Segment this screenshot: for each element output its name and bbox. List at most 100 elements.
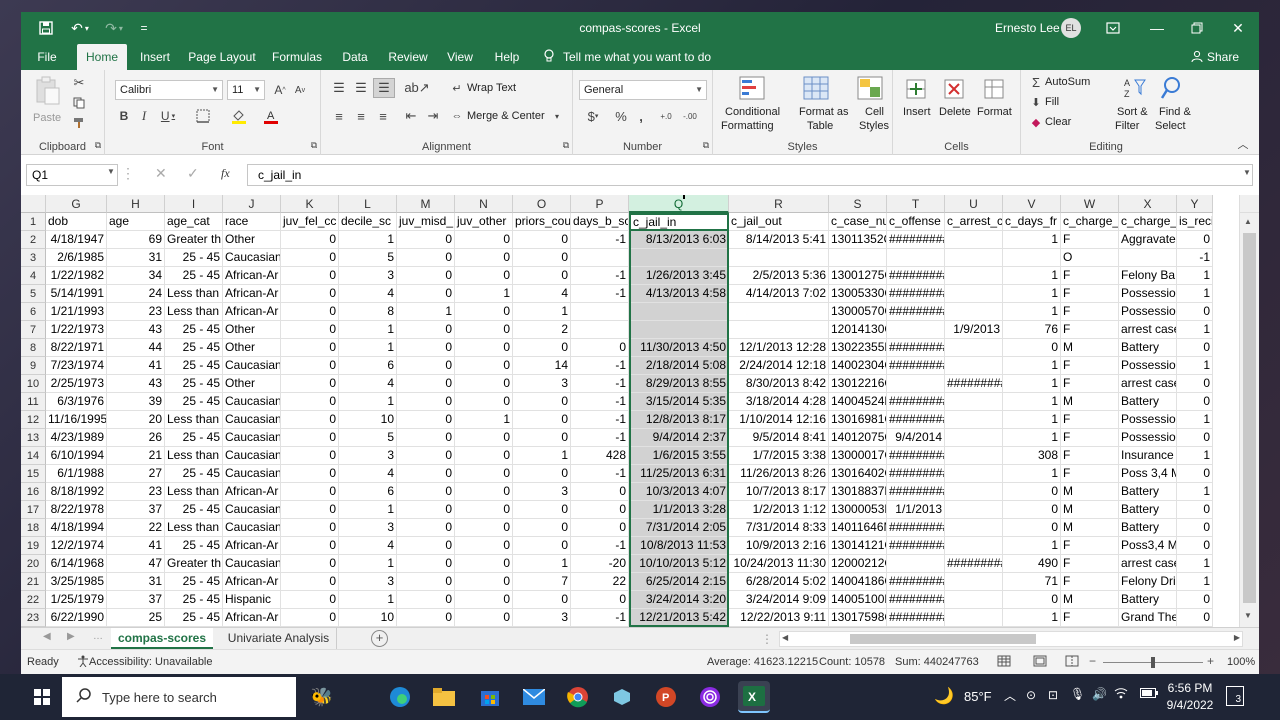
table-cell[interactable]: 6 [339, 357, 397, 375]
table-cell[interactable]: 12014130CF10A [829, 321, 887, 339]
table-cell[interactable] [945, 429, 1003, 447]
table-cell[interactable] [945, 339, 1003, 357]
table-cell[interactable]: -1 [571, 285, 629, 303]
table-cell[interactable]: 0 [513, 249, 571, 267]
header-cell[interactable]: juv_other [455, 213, 513, 231]
table-cell[interactable]: Hispanic [223, 591, 281, 609]
table-cell[interactable]: 0 [281, 555, 339, 573]
align-center-icon[interactable]: ≡ [351, 106, 371, 126]
table-cell[interactable] [945, 411, 1003, 429]
row-header[interactable]: 17 [21, 501, 46, 519]
table-cell[interactable]: Caucasian [223, 357, 281, 375]
table-cell[interactable]: Less than [165, 411, 223, 429]
table-cell[interactable]: 27 [107, 465, 165, 483]
enter-icon[interactable]: ✓ [187, 165, 199, 182]
table-cell[interactable]: F [1061, 609, 1119, 627]
table-cell[interactable]: 1 [339, 591, 397, 609]
table-cell[interactable]: 0 [397, 609, 455, 627]
table-cell[interactable]: 0 [397, 483, 455, 501]
customize-quick-access-icon[interactable]: = [135, 12, 153, 44]
table-cell[interactable] [945, 519, 1003, 537]
table-cell[interactable]: 13017598C [829, 609, 887, 627]
table-cell[interactable]: 1 [1177, 411, 1213, 429]
column-header-o[interactable]: O [513, 195, 571, 213]
table-cell[interactable]: 0 [455, 519, 513, 537]
table-cell[interactable]: 8/18/1992 [46, 483, 107, 501]
table-cell[interactable]: 5 [339, 249, 397, 267]
table-cell[interactable]: 0 [1003, 339, 1061, 357]
table-cell[interactable]: 2/6/1985 [46, 249, 107, 267]
table-cell[interactable]: Other [223, 375, 281, 393]
table-cell[interactable]: 3 [339, 519, 397, 537]
table-cell[interactable] [729, 321, 829, 339]
table-cell[interactable]: 0 [281, 429, 339, 447]
table-cell[interactable]: 22 [107, 519, 165, 537]
sheet-tab-univariate-analysis[interactable]: Univariate Analysis [221, 628, 337, 649]
cancel-icon[interactable]: ✕ [155, 165, 167, 182]
table-cell[interactable]: 0 [281, 537, 339, 555]
table-cell[interactable]: 0 [513, 591, 571, 609]
decrease-font-icon[interactable]: Av [291, 80, 309, 100]
table-cell[interactable]: 13001275C [829, 267, 887, 285]
zoom-slider-thumb[interactable] [1151, 657, 1155, 668]
horizontal-scrollbar[interactable]: ◀ ▶ [779, 631, 1243, 647]
table-cell[interactable]: 0 [1177, 231, 1213, 249]
table-cell[interactable]: Poss 3,4 M [1119, 465, 1177, 483]
table-cell[interactable]: 71 [1003, 573, 1061, 591]
table-cell[interactable]: 25 - 45 [165, 321, 223, 339]
table-cell[interactable]: 1 [1177, 267, 1213, 285]
table-cell[interactable]: 0 [1177, 339, 1213, 357]
table-cell[interactable]: 0 [455, 555, 513, 573]
status-accessibility[interactable]: Accessibility: Unavailable [89, 656, 213, 668]
table-cell[interactable]: 25 - 45 [165, 267, 223, 285]
table-cell[interactable]: 3/24/2014 3:20 [629, 591, 729, 609]
row-header[interactable]: 21 [21, 573, 46, 591]
table-cell[interactable]: 0 [1177, 537, 1213, 555]
header-cell[interactable]: juv_misd_ [397, 213, 455, 231]
table-cell[interactable]: 1 [1003, 393, 1061, 411]
table-cell[interactable]: 0 [281, 483, 339, 501]
table-cell[interactable]: M [1061, 591, 1119, 609]
table-cell[interactable]: 0 [513, 267, 571, 285]
table-cell[interactable]: Other [223, 339, 281, 357]
decrease-decimal-icon[interactable]: -.00 [679, 106, 701, 126]
table-cell[interactable]: 0 [1177, 393, 1213, 411]
table-cell[interactable] [629, 321, 729, 339]
table-cell[interactable]: 4 [339, 285, 397, 303]
table-cell[interactable] [945, 231, 1003, 249]
table-cell[interactable]: 1 [339, 555, 397, 573]
table-cell[interactable]: 0 [1177, 303, 1213, 321]
table-cell[interactable]: Caucasian [223, 501, 281, 519]
row-header[interactable]: 6 [21, 303, 46, 321]
format-cells-icon[interactable] [981, 76, 1007, 102]
table-cell[interactable]: ######### [945, 555, 1003, 573]
table-cell[interactable]: 3 [513, 483, 571, 501]
table-cell[interactable]: 13000017C [829, 447, 887, 465]
table-cell[interactable]: 0 [281, 303, 339, 321]
autosum-icon[interactable]: Σ [1029, 74, 1043, 90]
table-cell[interactable]: 0 [571, 339, 629, 357]
table-cell[interactable]: 13014121C [829, 537, 887, 555]
table-cell[interactable]: 1/6/2015 3:55 [629, 447, 729, 465]
table-cell[interactable]: 12/1/2013 12:28 [729, 339, 829, 357]
decrease-indent-icon[interactable]: ⇤ [401, 106, 421, 126]
table-cell[interactable]: Possessio [1119, 285, 1177, 303]
table-cell[interactable]: Grand The [1119, 609, 1177, 627]
find-select-line1[interactable]: Find & [1159, 106, 1191, 118]
table-cell[interactable]: 25 - 45 [165, 357, 223, 375]
table-cell[interactable]: Less than [165, 303, 223, 321]
table-cell[interactable]: 1 [1177, 357, 1213, 375]
table-cell[interactable]: 8 [339, 303, 397, 321]
table-cell[interactable] [945, 393, 1003, 411]
table-cell[interactable]: 0 [513, 429, 571, 447]
avatar[interactable]: EL [1061, 18, 1081, 38]
wrap-text-icon[interactable]: ↵ [449, 80, 465, 96]
table-cell[interactable]: 14012075C [829, 429, 887, 447]
table-cell[interactable]: 0 [513, 501, 571, 519]
table-cell[interactable]: 0 [397, 393, 455, 411]
table-cell[interactable]: 23 [107, 303, 165, 321]
table-cell[interactable] [945, 483, 1003, 501]
table-cell[interactable]: -1 [571, 537, 629, 555]
more-sheets-icon[interactable]: … [93, 631, 103, 642]
row-header[interactable]: 8 [21, 339, 46, 357]
